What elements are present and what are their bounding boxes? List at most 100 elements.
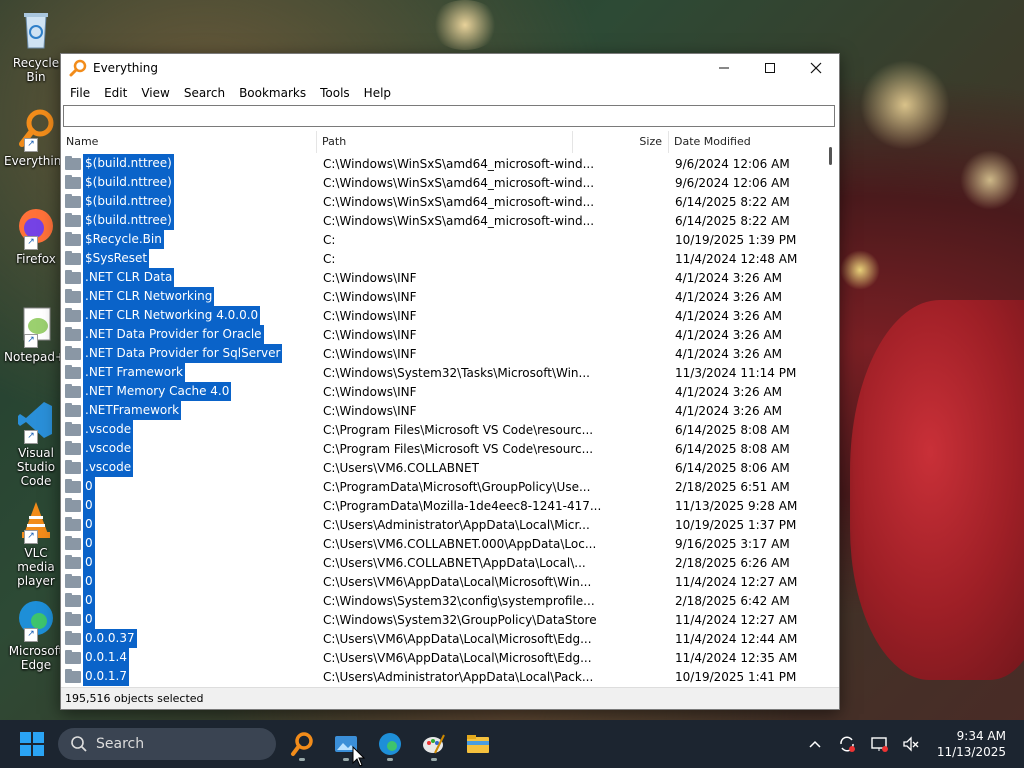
cell-date: 9/16/2025 3:17 AM <box>675 536 790 551</box>
table-row[interactable]: .vscode C:\Users\VM6.COLLABNET 6/14/2025 8… <box>61 458 823 477</box>
menu-file[interactable]: File <box>63 82 97 104</box>
volume-muted-icon[interactable] <box>899 732 923 756</box>
taskbar-everything[interactable] <box>282 724 322 764</box>
cell-date: 4/1/2024 3:26 AM <box>675 289 783 304</box>
notepad-plus-plus-icon: ↗ <box>14 302 58 348</box>
folder-icon <box>65 611 81 626</box>
vertical-scrollbar[interactable] <box>823 131 839 687</box>
table-row[interactable]: 0 C:\Users\VM6.COLLABNET.000\AppData\Loc.… <box>61 534 823 553</box>
table-row[interactable]: .NET Memory Cache 4.0 C:\Windows\INF 4/1/2… <box>61 382 823 401</box>
cell-date: 2/18/2025 6:26 AM <box>675 555 790 570</box>
table-row[interactable]: .NET Framework C:\Windows\System32\Tasks\… <box>61 363 823 382</box>
desktop-icon-everything[interactable]: ↗ Everything <box>4 106 69 168</box>
menu-bar: File Edit View Search Bookmarks Tools He… <box>61 82 839 104</box>
taskbar-file-explorer[interactable] <box>458 724 498 764</box>
table-row[interactable]: .NETFramework C:\Windows\INF 4/1/2024 3:26… <box>61 401 823 420</box>
menu-help[interactable]: Help <box>357 82 398 104</box>
table-row[interactable]: .NET CLR Networking C:\Windows\INF 4/1/202… <box>61 287 823 306</box>
desktop-icon-firefox[interactable]: ↗ Firefox <box>4 204 68 266</box>
cell-path: C:\Users\Administrator\AppData\Local\Mic… <box>323 517 590 532</box>
shortcut-arrow-icon: ↗ <box>24 236 38 250</box>
desktop-icon-edge[interactable]: ↗ Microsoft Edge <box>4 596 68 672</box>
table-row[interactable]: $SysReset C: 11/4/2024 12:48 AM <box>61 249 823 268</box>
desktop-icon-label: Everything <box>4 154 69 168</box>
desktop-icon-recycle-bin[interactable]: Recycle Bin <box>4 8 68 84</box>
column-header-date[interactable]: Date Modified <box>669 131 821 153</box>
start-button[interactable] <box>20 732 44 756</box>
clock[interactable]: 9:34 AM 11/13/2025 <box>937 728 1006 760</box>
taskbar-paint[interactable] <box>414 724 454 764</box>
scrollbar-thumb[interactable] <box>829 147 832 165</box>
network-icon[interactable] <box>867 732 891 756</box>
folder-icon <box>65 649 81 664</box>
desktop-icon-notepad-plus-plus[interactable]: ↗ Notepad++ <box>4 302 75 364</box>
menu-edit[interactable]: Edit <box>97 82 134 104</box>
table-row[interactable]: .NET Data Provider for Oracle C:\Windows\… <box>61 325 823 344</box>
column-header: Name Path Size Date Modified <box>61 131 821 153</box>
table-row[interactable]: 0.0.0.37 C:\Users\VM6\AppData\Local\Micro… <box>61 629 823 648</box>
table-row[interactable]: 0 C:\Users\VM6\AppData\Local\Microsoft\Wi… <box>61 572 823 591</box>
file-name: .vscode <box>83 439 134 458</box>
column-header-size[interactable]: Size <box>573 131 669 153</box>
cell-name: .vscode <box>61 420 317 439</box>
file-name: 0 <box>83 591 95 610</box>
shortcut-arrow-icon: ↗ <box>24 430 38 444</box>
table-row[interactable]: .NET Data Provider for SqlServer C:\Windo… <box>61 344 823 363</box>
menu-tools[interactable]: Tools <box>313 82 357 104</box>
table-row[interactable]: $(build.nttree) C:\Windows\WinSxS\amd64_m… <box>61 211 823 230</box>
file-name: 0.0.0.37 <box>83 629 137 648</box>
table-row[interactable]: $(build.nttree) C:\Windows\WinSxS\amd64_m… <box>61 154 823 173</box>
table-row[interactable]: .NET CLR Networking 4.0.0.0 C:\Windows\IN… <box>61 306 823 325</box>
background-light <box>960 150 1020 210</box>
desktop-icon-vlc[interactable]: ↗ VLC media player <box>4 498 68 588</box>
table-row[interactable]: .NET CLR Data C:\Windows\INF 4/1/2024 3:26… <box>61 268 823 287</box>
table-row[interactable]: $Recycle.Bin C: 10/19/2025 1:39 PM <box>61 230 823 249</box>
column-header-path[interactable]: Path <box>317 131 573 153</box>
chevron-up-icon[interactable] <box>803 732 827 756</box>
column-header-name[interactable]: Name <box>61 131 317 153</box>
title-bar[interactable]: Everything <box>61 54 839 82</box>
cell-path: C:\Windows\System32\Tasks\Microsoft\Win.… <box>323 365 590 380</box>
menu-view[interactable]: View <box>134 82 176 104</box>
cell-path: C:\Windows\System32\GroupPolicy\DataStor… <box>323 612 597 627</box>
file-explorer-icon <box>467 735 489 753</box>
table-row[interactable]: $(build.nttree) C:\Windows\WinSxS\amd64_m… <box>61 173 823 192</box>
table-row[interactable]: 0.0.1.7 C:\Users\Administrator\AppData\Lo… <box>61 667 823 686</box>
file-name: 0 <box>83 534 95 553</box>
cell-path: C:\Windows\INF <box>323 289 417 304</box>
table-row[interactable]: 0.0.1.4 C:\Users\VM6\AppData\Local\Micros… <box>61 648 823 667</box>
table-row[interactable]: .vscode C:\Program Files\Microsoft VS Cod… <box>61 420 823 439</box>
file-name: .NET Memory Cache 4.0 <box>83 382 232 401</box>
table-row[interactable]: 0 C:\Windows\System32\config\systemprofil… <box>61 591 823 610</box>
table-row[interactable]: 0 C:\Users\Administrator\AppData\Local\Mi… <box>61 515 823 534</box>
menu-bookmarks[interactable]: Bookmarks <box>232 82 313 104</box>
vscode-icon: ↗ <box>14 398 58 444</box>
table-row[interactable]: 0 C:\Users\VM6.COLLABNET\AppData\Local\..… <box>61 553 823 572</box>
cell-date: 2/18/2025 6:51 AM <box>675 479 790 494</box>
sync-icon[interactable] <box>835 732 859 756</box>
cell-path: C:\Program Files\Microsoft VS Code\resou… <box>323 422 594 437</box>
cell-name: 0 <box>61 534 317 553</box>
cell-date: 9/6/2024 12:06 AM <box>675 175 790 190</box>
taskbar: Search 9:34 AM 11/13/2025 <box>0 720 1024 768</box>
table-row[interactable]: 0 C:\Windows\System32\GroupPolicy\DataSto… <box>61 610 823 629</box>
table-row[interactable]: $(build.nttree) C:\Windows\WinSxS\amd64_m… <box>61 192 823 211</box>
table-row[interactable]: 0 C:\ProgramData\Mozilla-1de4eec8-1241-41… <box>61 496 823 515</box>
desktop-icon-vscode[interactable]: ↗ Visual Studio Code <box>4 398 68 488</box>
everything-icon <box>69 59 87 77</box>
search-input[interactable] <box>64 106 842 124</box>
file-name: .NETFramework <box>83 401 182 420</box>
close-button[interactable] <box>793 54 839 82</box>
folder-icon <box>65 383 81 398</box>
file-name: .NET Data Provider for Oracle <box>83 325 264 344</box>
minimize-button[interactable] <box>701 54 747 82</box>
table-row[interactable]: 0 C:\ProgramData\Microsoft\GroupPolicy\Us… <box>61 477 823 496</box>
menu-search[interactable]: Search <box>177 82 232 104</box>
cell-path: C:\Windows\INF <box>323 403 417 418</box>
taskbar-edge[interactable] <box>370 724 410 764</box>
file-name: $SysReset <box>83 249 150 268</box>
cell-name: .NET Framework <box>61 363 317 382</box>
taskbar-search[interactable]: Search <box>58 728 276 760</box>
table-row[interactable]: .vscode C:\Program Files\Microsoft VS Cod… <box>61 439 823 458</box>
maximize-button[interactable] <box>747 54 793 82</box>
